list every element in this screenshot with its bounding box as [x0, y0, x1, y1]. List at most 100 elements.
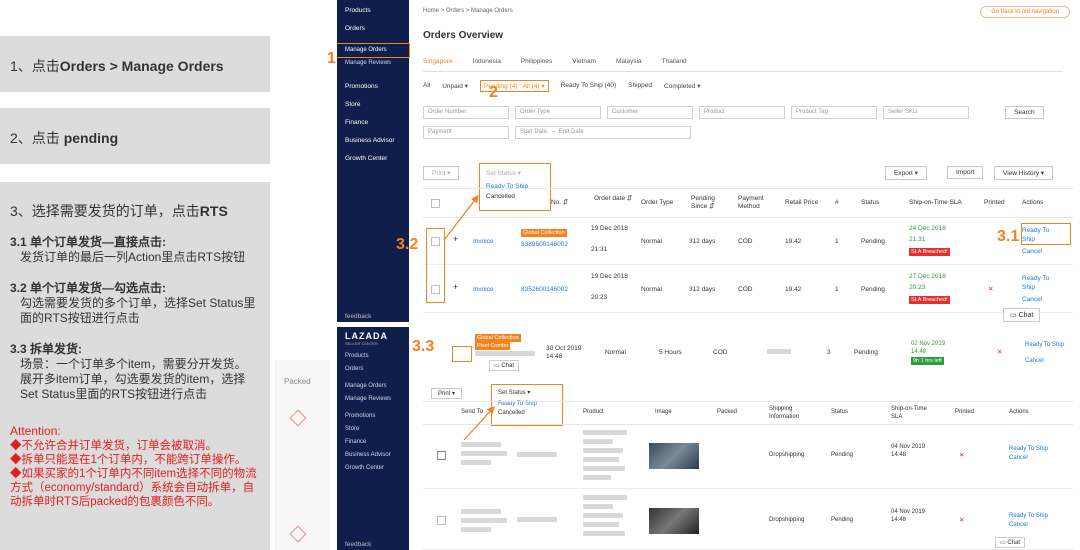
col-order-date[interactable]: Order date ⇵	[594, 195, 634, 203]
cancel-button[interactable]: Cancel	[1009, 521, 1028, 530]
nav-business-advisor[interactable]: Business Advisor	[337, 449, 409, 462]
tab-shipped[interactable]: Shipped	[628, 82, 652, 92]
export-button[interactable]: Export ▾	[885, 166, 927, 180]
country-tabs: Singapore Indonesia Philippines Vietnam …	[423, 58, 1063, 72]
product-name-blurred	[583, 429, 627, 483]
col-product: Product	[583, 409, 604, 415]
sla-time: 20:23	[909, 284, 926, 291]
feedback-link[interactable]: feedback	[345, 541, 371, 548]
nav-manage-orders[interactable]: Manage Orders	[337, 380, 409, 393]
date-range-input[interactable]: Start Date – End Date	[515, 126, 691, 139]
nav-manage-orders[interactable]: Manage Orders	[337, 43, 410, 58]
item-checkbox[interactable]	[437, 516, 446, 525]
tab-singapore[interactable]: Singapore	[423, 58, 453, 65]
nav-products[interactable]: Products	[337, 350, 409, 363]
col-sla: Ship-on-Time SLA	[891, 406, 927, 420]
col-shipping-information: Shipping Information	[769, 406, 800, 420]
tab-completed[interactable]: Completed ▾	[664, 82, 701, 92]
import-button[interactable]: Import	[947, 166, 984, 179]
nav-finance[interactable]: Finance	[337, 114, 409, 132]
set-status-label[interactable]: Set Status ▾	[480, 164, 550, 180]
order-number-input[interactable]: Order Number	[423, 106, 509, 119]
nav-finance[interactable]: Finance	[337, 436, 409, 449]
order-number-link[interactable]: 8352600146002	[521, 285, 568, 294]
blurred-text	[583, 475, 611, 480]
nav-orders[interactable]: Orders	[337, 363, 409, 376]
annotation-1: 1	[327, 50, 336, 67]
cancel-button[interactable]: Cancel	[1022, 247, 1042, 256]
select-all-checkbox[interactable]	[431, 199, 440, 208]
tab-unpaid[interactable]: Unpaid ▾	[442, 82, 468, 92]
chat-button[interactable]: ▭ Chat	[489, 360, 520, 371]
chat-icon: ▭	[1000, 540, 1006, 546]
order-type: Normal	[641, 238, 662, 245]
step-2-bold: pending	[63, 130, 119, 146]
print-button[interactable]: Print ▾	[423, 166, 460, 180]
ready-to-ship-button[interactable]: Ready To Ship	[1022, 274, 1064, 292]
nav-store[interactable]: Store	[337, 96, 409, 114]
tab-ready-to-ship[interactable]: Ready To Ship (40)	[561, 82, 617, 92]
old-navigation-button[interactable]: Go back to old navigation	[980, 6, 1070, 18]
invoice-link[interactable]: Invoice	[473, 285, 494, 294]
step-3-2-head: 3.2 单个订单发货—勾选点击:	[10, 281, 167, 295]
order-type: Normal	[605, 349, 626, 356]
nav-growth-center[interactable]: Growth Center	[337, 150, 409, 168]
orders-content: Home > Orders > Manage Orders Go back to…	[409, 0, 1080, 322]
tab-vietnam[interactable]: Vietnam	[572, 58, 596, 65]
cancel-button[interactable]: Cancel	[1009, 454, 1028, 463]
order-number-link[interactable]: 8389500146002	[521, 240, 568, 249]
nav-orders[interactable]: Orders	[337, 20, 409, 38]
expand-icon[interactable]: +	[453, 235, 458, 244]
nav-store[interactable]: Store	[337, 423, 409, 436]
ready-to-ship-button[interactable]: Ready To Ship	[1009, 512, 1048, 521]
nav-business-advisor[interactable]: Business Advisor	[337, 132, 409, 150]
nav-promotions[interactable]: Promotions	[337, 410, 409, 423]
col-pending-since[interactable]: Pending Since ⇵	[691, 195, 731, 211]
annotation-3-3: 3.3	[412, 338, 435, 355]
sla-time: 14:48	[891, 452, 907, 458]
printed-mark: ✕	[959, 517, 965, 524]
col-no[interactable]: No. ⇵	[551, 199, 568, 207]
tab-indonesia[interactable]: Indonesia	[473, 58, 501, 65]
cancel-button[interactable]: Cancel	[1022, 295, 1042, 304]
print-button[interactable]: Print ▾	[431, 388, 463, 399]
tab-malaysia[interactable]: Malaysia	[616, 58, 642, 65]
order-tag: Global Collection	[521, 228, 567, 238]
start-date-label: Start Date	[520, 129, 548, 135]
expand-icon[interactable]: +	[453, 283, 458, 292]
nav-products[interactable]: Products	[337, 2, 409, 20]
feedback-link[interactable]: feedback	[345, 313, 371, 320]
tab-all[interactable]: All	[423, 82, 430, 92]
invoice-link[interactable]: Invoice	[473, 237, 494, 246]
ready-to-ship-button[interactable]: Ready To Ship	[1009, 445, 1048, 454]
product-tag-select[interactable]: Product Tag	[791, 106, 877, 119]
tab-thailand[interactable]: Thailand	[662, 58, 687, 65]
col-status: Status	[861, 199, 880, 206]
chat-button[interactable]: ▭ Chat	[1003, 308, 1041, 322]
package-icon	[289, 525, 307, 543]
order-type-select[interactable]: Order Type	[515, 106, 601, 119]
tab-philippines[interactable]: Philippines	[521, 58, 552, 65]
product-input[interactable]: Product	[699, 106, 785, 119]
product-image	[649, 508, 699, 534]
search-button[interactable]: Search	[1005, 106, 1044, 119]
item-checkbox[interactable]	[437, 451, 446, 460]
set-status-label[interactable]: Set Status ▾	[492, 385, 562, 399]
nav-manage-reviews[interactable]: Manage Reviews	[337, 393, 409, 406]
seller-sku-input[interactable]: Seller SKU	[883, 106, 969, 119]
status-text: Pending	[831, 452, 854, 458]
customer-input[interactable]: Customer	[607, 106, 693, 119]
split-order-content: Global Collection Pixel Combo ▭ Chat 30 …	[409, 327, 1080, 550]
payment-select[interactable]: Payment	[423, 126, 509, 139]
attention-item: ◆拆单只能是在1个订单内，不能跨订单操作。	[10, 454, 247, 466]
nav-manage-reviews[interactable]: Manage Reviews	[337, 57, 409, 70]
printed-mark: ✕	[988, 286, 994, 293]
chat-button[interactable]: ▭ Chat	[995, 537, 1026, 548]
nav-promotions[interactable]: Promotions	[337, 78, 409, 96]
payment-method: COD	[738, 238, 753, 245]
view-history-button[interactable]: View History ▾	[994, 166, 1054, 180]
ready-to-ship-button[interactable]: Ready To Ship	[1025, 341, 1071, 350]
blurred-text	[583, 448, 623, 453]
cancel-button[interactable]: Cancel	[1025, 357, 1044, 366]
nav-growth-center[interactable]: Growth Center	[337, 462, 409, 475]
